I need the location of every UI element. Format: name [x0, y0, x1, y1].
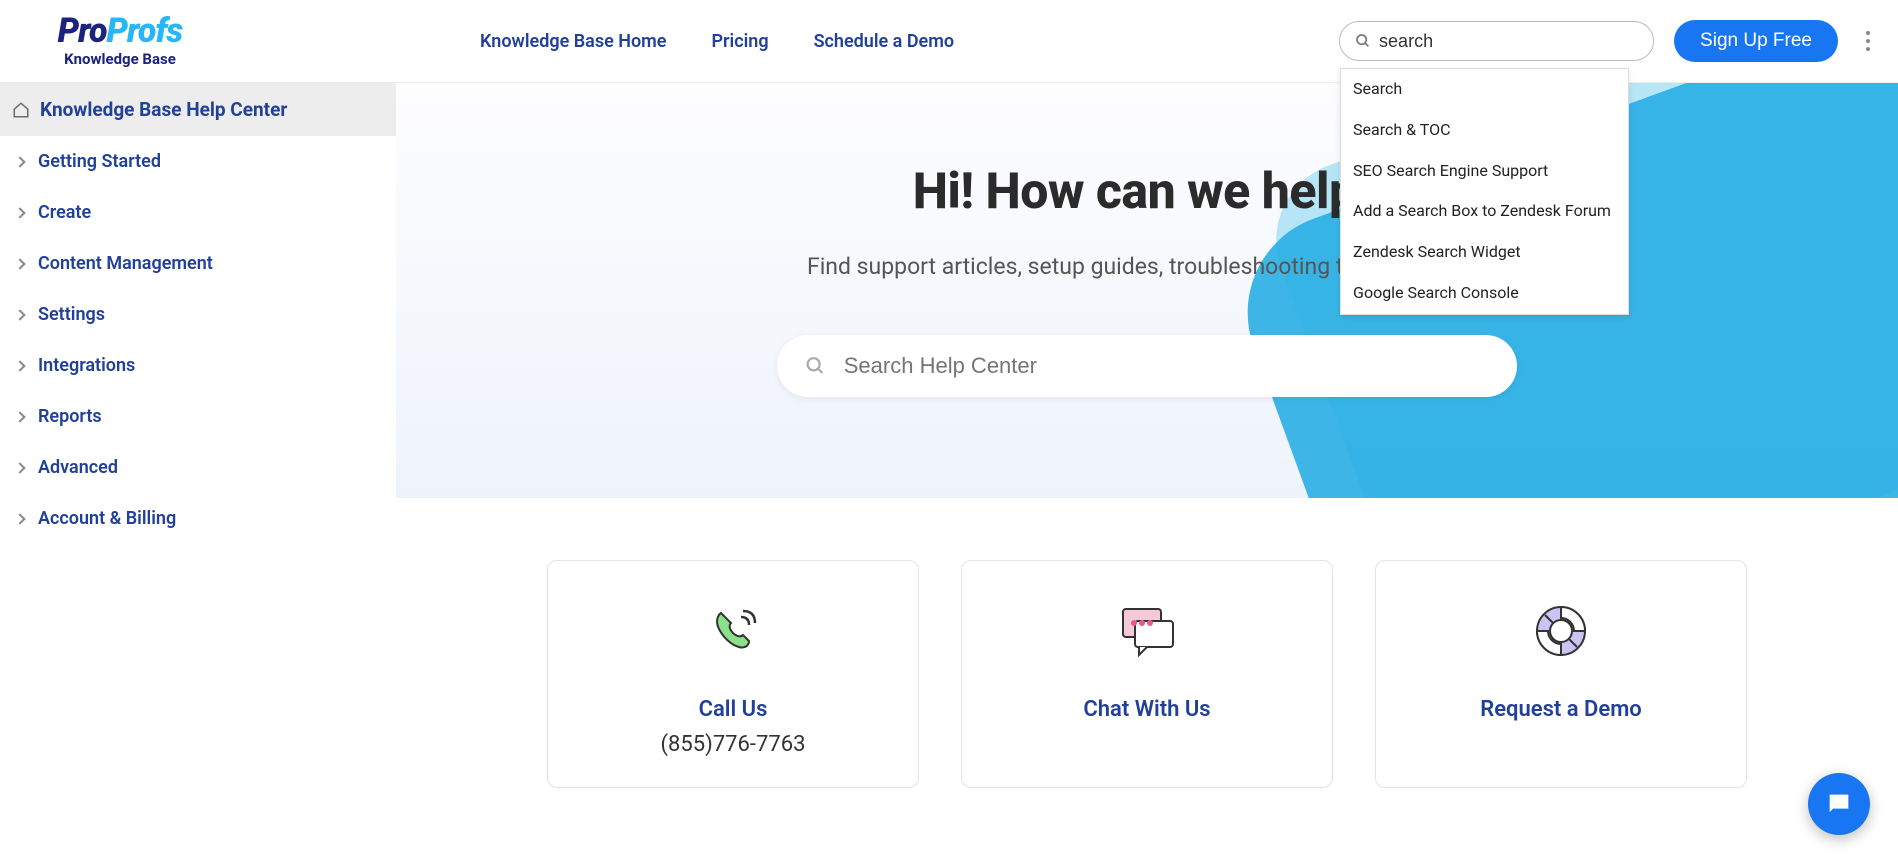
sidebar-header[interactable]: Knowledge Base Help Center: [0, 83, 396, 136]
chevron-right-icon: [14, 360, 25, 371]
chevron-right-icon: [14, 411, 25, 422]
suggestion-item[interactable]: Add a Search Box to Zendesk Forum: [1341, 191, 1628, 232]
card-title: Chat With Us: [1083, 697, 1210, 722]
card-request-demo[interactable]: Request a Demo: [1375, 560, 1747, 788]
card-phone-number: (855)776-7763: [661, 732, 806, 757]
sidebar-header-label: Knowledge Base Help Center: [40, 98, 287, 121]
top-nav: Knowledge Base Home Pricing Schedule a D…: [480, 31, 954, 52]
header-search-input[interactable]: [1379, 31, 1638, 52]
sidebar-item-label: Getting Started: [38, 151, 161, 172]
sidebar-item-account-billing[interactable]: Account & Billing: [0, 493, 396, 544]
card-chat-with-us[interactable]: Chat With Us: [961, 560, 1333, 788]
chevron-right-icon: [14, 156, 25, 167]
search-icon: [805, 355, 826, 377]
suggestion-item[interactable]: Zendesk Search Widget: [1341, 232, 1628, 273]
chevron-right-icon: [14, 462, 25, 473]
hero-title: Hi! How can we help?: [913, 163, 1382, 221]
card-title: Call Us: [699, 697, 768, 722]
chat-bubble-icon: [1825, 790, 1853, 818]
sidebar-item-create[interactable]: Create: [0, 187, 396, 238]
main: Hi! How can we help? Find support articl…: [396, 83, 1898, 863]
chat-widget-button[interactable]: [1808, 773, 1870, 835]
lifebuoy-icon: [1533, 601, 1589, 661]
nav-schedule-demo[interactable]: Schedule a Demo: [814, 31, 955, 52]
suggestion-item[interactable]: Google Search Console: [1341, 273, 1628, 314]
chevron-right-icon: [14, 207, 25, 218]
header-search[interactable]: Search Search & TOC SEO Search Engine Su…: [1339, 21, 1654, 61]
sidebar-item-label: Create: [38, 202, 91, 223]
sidebar-item-getting-started[interactable]: Getting Started: [0, 136, 396, 187]
logo-pro: Pro: [58, 11, 107, 51]
signup-free-button[interactable]: Sign Up Free: [1674, 20, 1838, 62]
logo-subtitle: Knowledge Base: [64, 50, 176, 68]
suggestion-item[interactable]: Search & TOC: [1341, 110, 1628, 151]
hero-search[interactable]: [777, 335, 1517, 397]
sidebar-item-label: Integrations: [38, 355, 135, 376]
sidebar-item-settings[interactable]: Settings: [0, 289, 396, 340]
chat-icon: [1115, 601, 1179, 661]
logo[interactable]: ProProfs Knowledge Base: [20, 14, 220, 68]
card-call-us[interactable]: Call Us (855)776-7763: [547, 560, 919, 788]
logo-profs: Profs: [107, 11, 183, 51]
suggestion-item[interactable]: SEO Search Engine Support: [1341, 151, 1628, 192]
phone-icon: [703, 601, 763, 661]
sidebar-item-content-management[interactable]: Content Management: [0, 238, 396, 289]
search-icon: [1355, 33, 1371, 49]
sidebar-item-label: Settings: [38, 304, 105, 325]
sidebar-item-integrations[interactable]: Integrations: [0, 340, 396, 391]
chevron-right-icon: [14, 258, 25, 269]
sidebar-item-advanced[interactable]: Advanced: [0, 442, 396, 493]
hero-search-input[interactable]: [844, 353, 1489, 379]
chevron-right-icon: [14, 309, 25, 320]
sidebar-item-label: Reports: [38, 406, 102, 427]
card-title: Request a Demo: [1480, 697, 1642, 722]
sidebar-item-label: Advanced: [38, 457, 118, 478]
header: ProProfs Knowledge Base Knowledge Base H…: [0, 0, 1898, 83]
contact-cards: Call Us (855)776-7763 Chat With Us: [396, 560, 1898, 788]
home-icon: [12, 101, 30, 119]
hero: Hi! How can we help? Find support articl…: [396, 83, 1898, 498]
search-suggestions-dropdown[interactable]: Search Search & TOC SEO Search Engine Su…: [1340, 68, 1629, 315]
nav-kb-home[interactable]: Knowledge Base Home: [480, 31, 667, 52]
sidebar-item-label: Account & Billing: [38, 508, 176, 529]
logo-text: ProProfs: [58, 14, 183, 48]
sidebar: Knowledge Base Help Center Getting Start…: [0, 83, 396, 863]
sidebar-item-reports[interactable]: Reports: [0, 391, 396, 442]
suggestion-item[interactable]: Search: [1341, 69, 1628, 110]
more-menu-icon[interactable]: [1858, 31, 1878, 51]
nav-pricing[interactable]: Pricing: [712, 31, 769, 52]
chevron-right-icon: [14, 513, 25, 524]
sidebar-item-label: Content Management: [38, 253, 213, 274]
header-right: Search Search & TOC SEO Search Engine Su…: [1339, 20, 1878, 62]
sidebar-list: Getting Started Create Content Managemen…: [0, 136, 396, 544]
